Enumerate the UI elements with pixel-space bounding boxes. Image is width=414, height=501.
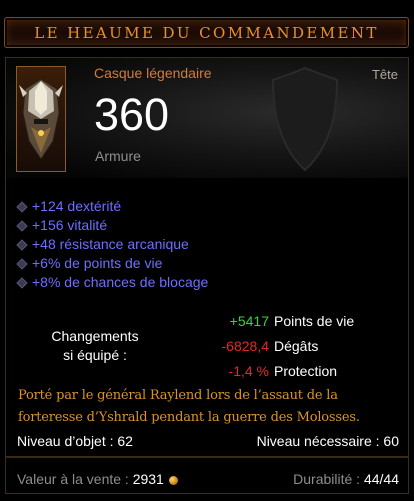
required-level: Niveau nécessaire : 60 (256, 433, 399, 449)
item-icon-frame[interactable] (16, 66, 66, 172)
affix-item: +48 résistance arcanique (16, 236, 208, 255)
durability-value: 44/44 (363, 471, 399, 487)
affix-item: +124 dextérité (16, 198, 208, 217)
affix-list: +124 dextérité +156 vitalité +48 résista… (16, 198, 208, 293)
shield-watermark-icon (271, 66, 339, 172)
item-title-bar: LE HEAUME DU COMMANDEMENT (4, 17, 409, 48)
affix-diamond-icon (16, 201, 28, 213)
armor-label: Armure (95, 148, 141, 164)
durability: Durabilité : 44/44 (293, 471, 399, 487)
affix-diamond-icon (16, 258, 28, 270)
comparison-value: -1,4 % (228, 363, 269, 379)
affix-diamond-icon (16, 277, 28, 289)
affix-item: +156 vitalité (16, 217, 208, 236)
affix-item: +6% de points de vie (16, 255, 208, 274)
comparison-value: -6828,4 (221, 338, 269, 354)
item-tooltip: LE HEAUME DU COMMANDEMENT Casque légenda… (0, 0, 414, 501)
affix-diamond-icon (16, 239, 28, 251)
comparison-label: Protection (274, 363, 338, 379)
item-name: LE HEAUME DU COMMANDEMENT (34, 24, 379, 42)
footer-divider (6, 456, 408, 458)
comparison-row: -6828,4 Dégâts (0, 338, 414, 358)
sell-amount: 2931 (132, 471, 164, 487)
comparison-value: +5417 (229, 313, 269, 329)
comparison-label: Dégâts (274, 338, 319, 354)
item-slot: Tête (371, 67, 398, 82)
affix-item: +8% de chances de blocage (16, 274, 208, 293)
armor-value: 360 (94, 89, 170, 140)
item-type: Casque légendaire (94, 65, 212, 81)
affix-diamond-icon (16, 220, 28, 232)
gold-coin-icon (168, 476, 178, 485)
comparison-label: Points de vie (274, 313, 355, 329)
flavor-text: Porté par le général Raylend lors de l’a… (18, 388, 360, 425)
comparison-row: -1,4 % Protection (0, 363, 414, 383)
comparison-row: +5417 Points de vie (0, 313, 414, 333)
item-level: Niveau d’objet : 62 (17, 433, 133, 449)
sell-value: Valeur à la vente : 2931 (17, 471, 178, 487)
legendary-helm-icon (19, 78, 63, 160)
